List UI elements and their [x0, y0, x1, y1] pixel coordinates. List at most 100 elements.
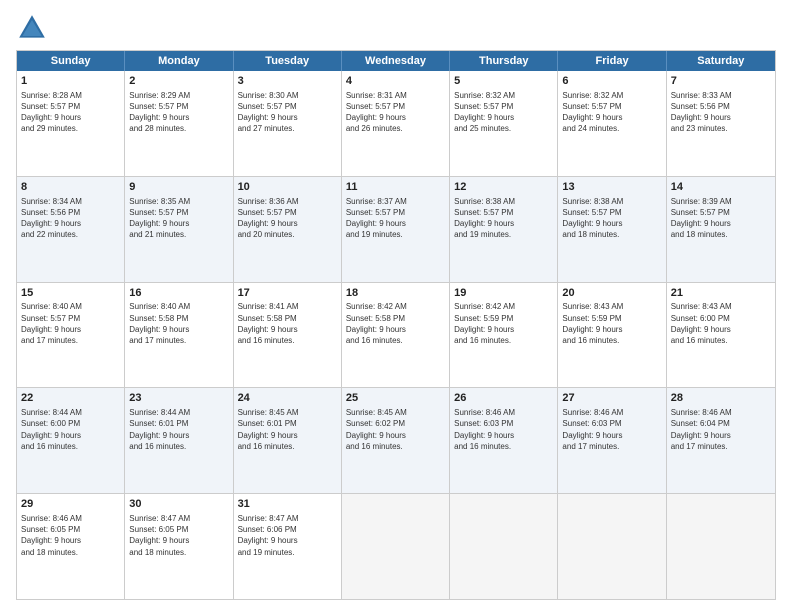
day-number: 16 [129, 286, 228, 301]
cell-text: Sunrise: 8:44 AMSunset: 6:01 PMDaylight:… [129, 407, 228, 452]
day-number: 30 [129, 497, 228, 512]
cell-text: Sunrise: 8:32 AMSunset: 5:57 PMDaylight:… [454, 90, 553, 135]
header-cell-friday: Friday [558, 51, 666, 71]
header-cell-monday: Monday [125, 51, 233, 71]
day-number: 9 [129, 180, 228, 195]
calendar-cell-empty-5 [558, 494, 666, 599]
calendar-cell-11: 11Sunrise: 8:37 AMSunset: 5:57 PMDayligh… [342, 177, 450, 282]
cell-text: Sunrise: 8:39 AMSunset: 5:57 PMDaylight:… [671, 196, 771, 241]
calendar-cell-31: 31Sunrise: 8:47 AMSunset: 6:06 PMDayligh… [234, 494, 342, 599]
cell-text: Sunrise: 8:30 AMSunset: 5:57 PMDaylight:… [238, 90, 337, 135]
cell-text: Sunrise: 8:46 AMSunset: 6:03 PMDaylight:… [454, 407, 553, 452]
logo-icon [16, 12, 48, 44]
cell-text: Sunrise: 8:40 AMSunset: 5:57 PMDaylight:… [21, 301, 120, 346]
calendar-cell-15: 15Sunrise: 8:40 AMSunset: 5:57 PMDayligh… [17, 283, 125, 388]
cell-text: Sunrise: 8:44 AMSunset: 6:00 PMDaylight:… [21, 407, 120, 452]
header-cell-tuesday: Tuesday [234, 51, 342, 71]
calendar-row-0: 1Sunrise: 8:28 AMSunset: 5:57 PMDaylight… [17, 71, 775, 176]
cell-text: Sunrise: 8:40 AMSunset: 5:58 PMDaylight:… [129, 301, 228, 346]
day-number: 15 [21, 286, 120, 301]
day-number: 4 [346, 74, 445, 89]
calendar-cell-5: 5Sunrise: 8:32 AMSunset: 5:57 PMDaylight… [450, 71, 558, 176]
cell-text: Sunrise: 8:28 AMSunset: 5:57 PMDaylight:… [21, 90, 120, 135]
day-number: 22 [21, 391, 120, 406]
day-number: 11 [346, 180, 445, 195]
day-number: 23 [129, 391, 228, 406]
header [16, 12, 776, 44]
cell-text: Sunrise: 8:31 AMSunset: 5:57 PMDaylight:… [346, 90, 445, 135]
day-number: 18 [346, 286, 445, 301]
calendar-row-4: 29Sunrise: 8:46 AMSunset: 6:05 PMDayligh… [17, 493, 775, 599]
cell-text: Sunrise: 8:32 AMSunset: 5:57 PMDaylight:… [562, 90, 661, 135]
cell-text: Sunrise: 8:29 AMSunset: 5:57 PMDaylight:… [129, 90, 228, 135]
calendar: SundayMondayTuesdayWednesdayThursdayFrid… [16, 50, 776, 600]
day-number: 10 [238, 180, 337, 195]
calendar-cell-6: 6Sunrise: 8:32 AMSunset: 5:57 PMDaylight… [558, 71, 666, 176]
cell-text: Sunrise: 8:38 AMSunset: 5:57 PMDaylight:… [454, 196, 553, 241]
logo [16, 12, 52, 44]
calendar-row-1: 8Sunrise: 8:34 AMSunset: 5:56 PMDaylight… [17, 176, 775, 282]
cell-text: Sunrise: 8:41 AMSunset: 5:58 PMDaylight:… [238, 301, 337, 346]
calendar-cell-4: 4Sunrise: 8:31 AMSunset: 5:57 PMDaylight… [342, 71, 450, 176]
day-number: 29 [21, 497, 120, 512]
calendar-cell-20: 20Sunrise: 8:43 AMSunset: 5:59 PMDayligh… [558, 283, 666, 388]
calendar-cell-7: 7Sunrise: 8:33 AMSunset: 5:56 PMDaylight… [667, 71, 775, 176]
calendar-cell-24: 24Sunrise: 8:45 AMSunset: 6:01 PMDayligh… [234, 388, 342, 493]
calendar-cell-empty-4 [450, 494, 558, 599]
day-number: 13 [562, 180, 661, 195]
day-number: 12 [454, 180, 553, 195]
calendar-cell-8: 8Sunrise: 8:34 AMSunset: 5:56 PMDaylight… [17, 177, 125, 282]
day-number: 25 [346, 391, 445, 406]
day-number: 3 [238, 74, 337, 89]
calendar-cell-14: 14Sunrise: 8:39 AMSunset: 5:57 PMDayligh… [667, 177, 775, 282]
cell-text: Sunrise: 8:36 AMSunset: 5:57 PMDaylight:… [238, 196, 337, 241]
calendar-cell-30: 30Sunrise: 8:47 AMSunset: 6:05 PMDayligh… [125, 494, 233, 599]
calendar-cell-1: 1Sunrise: 8:28 AMSunset: 5:57 PMDaylight… [17, 71, 125, 176]
calendar-cell-25: 25Sunrise: 8:45 AMSunset: 6:02 PMDayligh… [342, 388, 450, 493]
calendar-cell-23: 23Sunrise: 8:44 AMSunset: 6:01 PMDayligh… [125, 388, 233, 493]
page: SundayMondayTuesdayWednesdayThursdayFrid… [0, 0, 792, 612]
calendar-cell-13: 13Sunrise: 8:38 AMSunset: 5:57 PMDayligh… [558, 177, 666, 282]
cell-text: Sunrise: 8:35 AMSunset: 5:57 PMDaylight:… [129, 196, 228, 241]
day-number: 17 [238, 286, 337, 301]
cell-text: Sunrise: 8:42 AMSunset: 5:59 PMDaylight:… [454, 301, 553, 346]
cell-text: Sunrise: 8:38 AMSunset: 5:57 PMDaylight:… [562, 196, 661, 241]
cell-text: Sunrise: 8:43 AMSunset: 5:59 PMDaylight:… [562, 301, 661, 346]
calendar-cell-9: 9Sunrise: 8:35 AMSunset: 5:57 PMDaylight… [125, 177, 233, 282]
day-number: 20 [562, 286, 661, 301]
day-number: 26 [454, 391, 553, 406]
calendar-cell-18: 18Sunrise: 8:42 AMSunset: 5:58 PMDayligh… [342, 283, 450, 388]
day-number: 27 [562, 391, 661, 406]
cell-text: Sunrise: 8:43 AMSunset: 6:00 PMDaylight:… [671, 301, 771, 346]
cell-text: Sunrise: 8:46 AMSunset: 6:05 PMDaylight:… [21, 513, 120, 558]
calendar-cell-22: 22Sunrise: 8:44 AMSunset: 6:00 PMDayligh… [17, 388, 125, 493]
day-number: 8 [21, 180, 120, 195]
day-number: 6 [562, 74, 661, 89]
calendar-cell-3: 3Sunrise: 8:30 AMSunset: 5:57 PMDaylight… [234, 71, 342, 176]
cell-text: Sunrise: 8:34 AMSunset: 5:56 PMDaylight:… [21, 196, 120, 241]
calendar-cell-29: 29Sunrise: 8:46 AMSunset: 6:05 PMDayligh… [17, 494, 125, 599]
calendar-cell-empty-6 [667, 494, 775, 599]
header-cell-thursday: Thursday [450, 51, 558, 71]
calendar-cell-19: 19Sunrise: 8:42 AMSunset: 5:59 PMDayligh… [450, 283, 558, 388]
day-number: 5 [454, 74, 553, 89]
calendar-cell-10: 10Sunrise: 8:36 AMSunset: 5:57 PMDayligh… [234, 177, 342, 282]
cell-text: Sunrise: 8:47 AMSunset: 6:05 PMDaylight:… [129, 513, 228, 558]
day-number: 1 [21, 74, 120, 89]
day-number: 31 [238, 497, 337, 512]
calendar-cell-21: 21Sunrise: 8:43 AMSunset: 6:00 PMDayligh… [667, 283, 775, 388]
calendar-row-3: 22Sunrise: 8:44 AMSunset: 6:00 PMDayligh… [17, 387, 775, 493]
calendar-header: SundayMondayTuesdayWednesdayThursdayFrid… [17, 51, 775, 71]
cell-text: Sunrise: 8:37 AMSunset: 5:57 PMDaylight:… [346, 196, 445, 241]
calendar-cell-empty-3 [342, 494, 450, 599]
calendar-cell-26: 26Sunrise: 8:46 AMSunset: 6:03 PMDayligh… [450, 388, 558, 493]
cell-text: Sunrise: 8:45 AMSunset: 6:01 PMDaylight:… [238, 407, 337, 452]
calendar-cell-16: 16Sunrise: 8:40 AMSunset: 5:58 PMDayligh… [125, 283, 233, 388]
cell-text: Sunrise: 8:46 AMSunset: 6:03 PMDaylight:… [562, 407, 661, 452]
calendar-cell-17: 17Sunrise: 8:41 AMSunset: 5:58 PMDayligh… [234, 283, 342, 388]
header-cell-wednesday: Wednesday [342, 51, 450, 71]
day-number: 2 [129, 74, 228, 89]
header-cell-saturday: Saturday [667, 51, 775, 71]
calendar-cell-12: 12Sunrise: 8:38 AMSunset: 5:57 PMDayligh… [450, 177, 558, 282]
day-number: 21 [671, 286, 771, 301]
